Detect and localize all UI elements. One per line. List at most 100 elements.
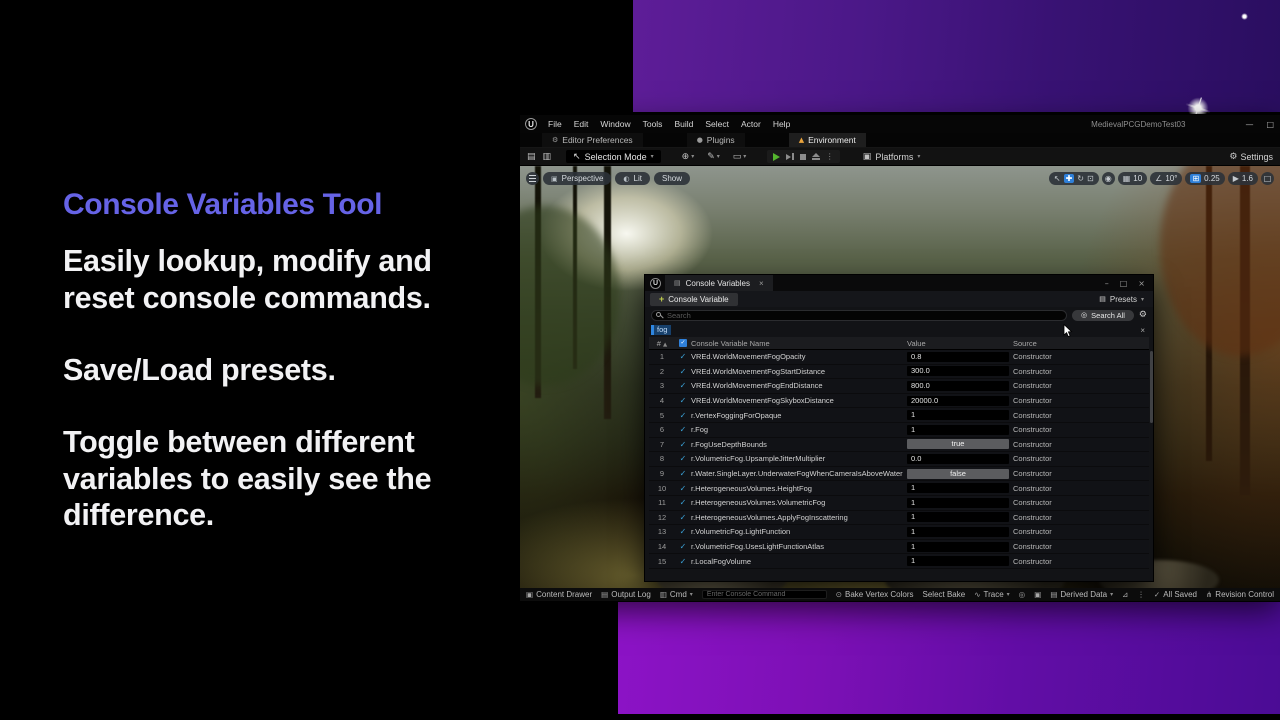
checkbox-checked-icon[interactable] — [675, 425, 691, 434]
console-variables-tab[interactable]: ▤ Console Variables × — [665, 275, 773, 291]
network-icon[interactable]: ⊿ — [1122, 590, 1128, 599]
show-dropdown[interactable]: Show — [654, 172, 690, 185]
cinematics-button[interactable]: ▭ ▾ — [733, 152, 747, 162]
value-field[interactable]: 800.0 — [907, 381, 1009, 391]
minimize-icon[interactable]: – — [1105, 279, 1109, 288]
menu-item[interactable]: Window — [600, 119, 630, 129]
tab-plugins[interactable]: ● Plugins — [687, 133, 745, 147]
value-field[interactable]: 1 — [907, 527, 1009, 537]
search-all-button[interactable]: ◎ Search All — [1072, 310, 1134, 321]
table-row[interactable]: 11 r.HeterogeneousVolumes.VolumetricFog … — [649, 496, 1149, 511]
console-command-input[interactable] — [702, 590, 827, 599]
checkbox-checked-icon[interactable] — [675, 557, 691, 566]
select-bake-button[interactable]: Select Bake — [923, 590, 966, 599]
maximize-icon[interactable]: □ — [1266, 120, 1274, 129]
checkbox-checked-icon[interactable] — [675, 381, 691, 390]
grid-snap-control[interactable]: ▦ 10 — [1118, 172, 1147, 185]
scrollbar[interactable] — [1150, 351, 1153, 423]
tab-editor-preferences[interactable]: ⚙ Editor Preferences — [542, 133, 643, 147]
checkbox-checked-icon[interactable] — [675, 367, 691, 376]
select-tool-icon[interactable]: ↖ — [1054, 174, 1061, 183]
camera-speed-control[interactable]: ▶ 1.6 — [1228, 172, 1258, 185]
checkbox-checked-icon[interactable] — [675, 484, 691, 493]
filter-chip[interactable]: fog — [651, 325, 671, 335]
checkbox-checked-icon[interactable] — [675, 469, 691, 478]
checkbox-checked-icon[interactable] — [675, 498, 691, 507]
camera-icon[interactable]: ▣ — [1034, 590, 1041, 599]
kebab-menu-icon[interactable]: ⋮ — [826, 152, 834, 161]
viewport-scene[interactable]: ▣ Perspective ◐ Lit Show ↖ ✚ ↻ ⊡ ◉ ▦ 10 — [520, 166, 1280, 588]
value-field[interactable]: true — [907, 439, 1009, 449]
all-saved-button[interactable]: ✓ All Saved — [1154, 590, 1197, 599]
menu-item[interactable]: Build — [674, 119, 693, 129]
play-button[interactable] — [773, 153, 780, 161]
table-row[interactable]: 13 r.VolumetricFog.LightFunction 1 Const… — [649, 525, 1149, 540]
menu-item[interactable]: Actor — [741, 119, 761, 129]
platforms-dropdown[interactable]: ▣ Platforms ▾ — [863, 152, 921, 162]
viewport-options-button[interactable] — [526, 172, 539, 185]
trace-dropdown[interactable]: ∿ Trace ▾ — [974, 590, 1009, 599]
close-tab-icon[interactable]: × — [759, 279, 764, 288]
table-row[interactable]: 15 r.LocalFogVolume 1 Constructor — [649, 554, 1149, 569]
table-row[interactable]: 8 r.VolumetricFog.UpsampleJitterMultipli… — [649, 452, 1149, 467]
save-icon[interactable]: ▤ — [527, 152, 536, 162]
checkbox-checked-icon[interactable]: ✓ — [679, 339, 687, 347]
stop-button[interactable] — [800, 154, 806, 160]
derived-data-dropdown[interactable]: ▤ Derived Data ▾ — [1050, 590, 1113, 599]
add-actor-button[interactable]: ⊕ ▾ — [682, 152, 695, 162]
menu-item[interactable]: Tools — [643, 119, 663, 129]
value-field[interactable]: 300.0 — [907, 366, 1009, 376]
value-field[interactable]: 1 — [907, 483, 1009, 493]
move-tool-icon[interactable]: ✚ — [1064, 174, 1075, 183]
world-space-toggle[interactable]: ◉ — [1102, 172, 1115, 185]
presets-dropdown[interactable]: ▤ Presets ▾ — [1099, 295, 1148, 304]
menu-item[interactable]: Select — [705, 119, 729, 129]
restore-icon[interactable]: □ — [1120, 279, 1128, 288]
content-drawer-button[interactable]: ▣ Content Drawer — [526, 590, 592, 599]
scale-snap-control[interactable]: ⊞ 0.25 — [1185, 172, 1224, 185]
tab-environment[interactable]: ▲ Environment — [789, 133, 866, 147]
table-row[interactable]: 2 VREd.WorldMovementFogStartDistance 300… — [649, 365, 1149, 380]
table-row[interactable]: 4 VREd.WorldMovementFogSkyboxDistance 20… — [649, 394, 1149, 409]
checkbox-checked-icon[interactable] — [675, 440, 691, 449]
table-row[interactable]: 5 r.VertexFoggingForOpaque 1 Constructor — [649, 408, 1149, 423]
lit-dropdown[interactable]: ◐ Lit — [615, 172, 650, 185]
cmd-dropdown[interactable]: ▥ Cmd ▾ — [660, 590, 693, 599]
content-browser-icon[interactable]: ▥ — [543, 152, 552, 162]
value-field[interactable]: 1 — [907, 556, 1009, 566]
value-field[interactable]: 1 — [907, 542, 1009, 552]
rotate-tool-icon[interactable]: ↻ — [1077, 174, 1084, 183]
eject-button[interactable] — [812, 153, 820, 160]
revision-control-button[interactable]: ⋔ Revision Control — [1206, 590, 1274, 599]
minimize-icon[interactable]: — — [1245, 120, 1253, 129]
clear-filter-icon[interactable]: × — [1140, 326, 1145, 335]
menu-item[interactable]: File — [548, 119, 562, 129]
target-icon[interactable]: ◎ — [1019, 590, 1026, 599]
checkbox-checked-icon[interactable] — [675, 513, 691, 522]
table-row[interactable]: 6 r.Fog 1 Constructor — [649, 423, 1149, 438]
table-row[interactable]: 3 VREd.WorldMovementFogEndDistance 800.0… — [649, 379, 1149, 394]
value-field[interactable]: 1 — [907, 512, 1009, 522]
blueprints-button[interactable]: ✎ ▾ — [707, 152, 720, 162]
rotation-snap-control[interactable]: ∠ 10° — [1150, 172, 1182, 185]
value-field[interactable]: 20000.0 — [907, 396, 1009, 406]
kebab-menu-icon[interactable]: ⋮ — [1137, 590, 1145, 599]
value-field[interactable]: false — [907, 469, 1009, 479]
menu-item[interactable]: Help — [773, 119, 790, 129]
table-row[interactable]: 9 r.Water.SingleLayer.UnderwaterFogWhenC… — [649, 467, 1149, 482]
value-field[interactable]: 0.0 — [907, 454, 1009, 464]
table-header[interactable]: # ▲ ✓ Console Variable Name Value Source — [649, 337, 1149, 350]
value-field[interactable]: 1 — [907, 425, 1009, 435]
selection-mode-dropdown[interactable]: ↖ Selection Mode ▾ — [566, 150, 661, 163]
scale-tool-icon[interactable]: ⊡ — [1087, 174, 1094, 183]
menu-item[interactable]: Edit — [574, 119, 589, 129]
step-button[interactable] — [786, 153, 794, 160]
gear-icon[interactable]: ⚙ — [1139, 310, 1147, 320]
checkbox-checked-icon[interactable] — [675, 542, 691, 551]
close-icon[interactable]: × — [1138, 279, 1145, 288]
table-row[interactable]: 12 r.HeterogeneousVolumes.ApplyFogInscat… — [649, 511, 1149, 526]
table-row[interactable]: 7 r.FogUseDepthBounds true Constructor — [649, 438, 1149, 453]
value-field[interactable]: 1 — [907, 410, 1009, 420]
table-row[interactable]: 10 r.HeterogeneousVolumes.HeightFog 1 Co… — [649, 481, 1149, 496]
bake-vertex-colors-button[interactable]: ⊙ Bake Vertex Colors — [836, 590, 914, 599]
